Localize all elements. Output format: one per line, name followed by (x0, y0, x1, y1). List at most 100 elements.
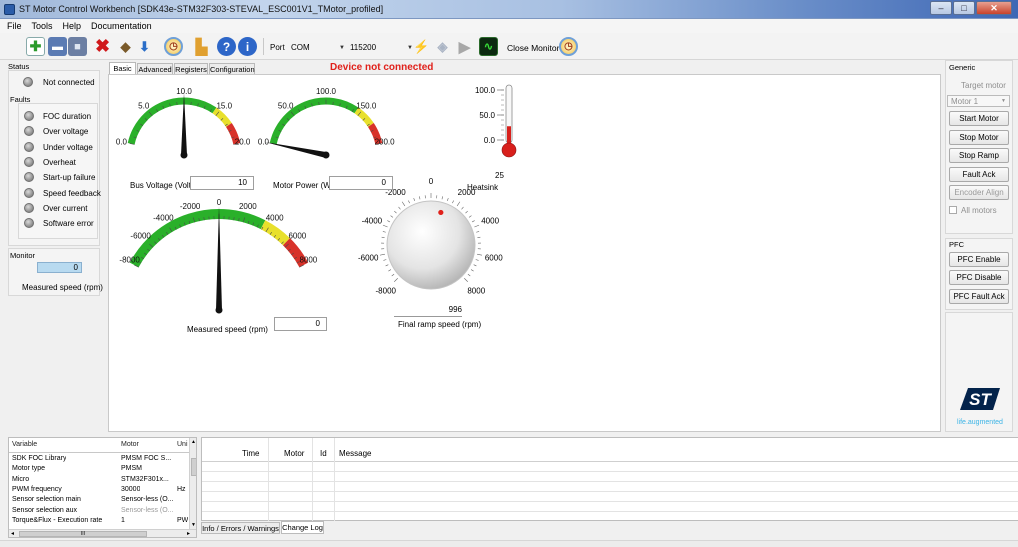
speed-gauge-band-yellow (260, 220, 290, 246)
log-header-message[interactable]: Message (339, 449, 371, 458)
stop-motor-button[interactable]: Stop Motor (949, 130, 1009, 145)
grid-row[interactable]: Torque&Flux - Execution rate 1 PW (9, 516, 189, 525)
port-select[interactable]: COM (291, 41, 341, 54)
menu-bar: File Tools Help Documentation (0, 19, 1018, 33)
download-arrow-icon[interactable]: ⬇ (135, 37, 154, 56)
oscilloscope-icon[interactable]: ∿ (479, 37, 498, 56)
save-icon[interactable]: ■ (68, 37, 87, 56)
grid-cell-unit: PW (177, 516, 189, 524)
connection-banner: Device not connected (330, 62, 434, 73)
start-motor-button[interactable]: Start Motor (949, 111, 1009, 126)
grid-vertical-scrollbar[interactable]: ▲ ▼ (189, 438, 196, 531)
basic-tab-panel: 0.0 5.0 10.0 15.0 20.0 0.0 50.0 100.0 150.0 200.0… (108, 74, 941, 432)
log-header-motor[interactable]: Motor (284, 449, 304, 458)
all-motors-label: All motors (961, 206, 997, 215)
all-motors-checkbox[interactable] (949, 206, 957, 214)
ramp-tick-label: 8000 (467, 286, 485, 295)
logo-panel (945, 312, 1013, 432)
ramp-tick (382, 231, 386, 233)
ramp-tick (398, 206, 401, 210)
pfc-disable-button[interactable]: PFC Disable (949, 270, 1009, 285)
grid-cell-variable: Torque&Flux - Execution rate (12, 516, 103, 524)
stop-ramp-button[interactable]: Stop Ramp (949, 148, 1009, 163)
grid-horizontal-scrollbar[interactable]: ◂ III ▸ (9, 529, 196, 537)
scroll-right-icon[interactable]: ▸ (187, 530, 190, 537)
grid-header-unit[interactable]: Uni (177, 440, 188, 449)
close-monitor-button[interactable]: Close Monitor (507, 41, 559, 54)
bus-voltage-gauge-tick-label: 0.0 (116, 138, 128, 147)
ramp-tick (468, 215, 472, 218)
pfc-fault-ack-button[interactable]: PFC Fault Ack (949, 289, 1009, 304)
ramp-tick (477, 253, 483, 256)
close-button[interactable]: ✕ (976, 1, 1012, 15)
log-header-time[interactable]: Time (242, 449, 259, 458)
ramp-tick-label: -6000 (358, 253, 379, 262)
grid-header-motor[interactable]: Motor (121, 440, 139, 449)
grid-hscroll-thumb[interactable]: III (19, 531, 147, 537)
motor-power-label: Motor Power (W) (273, 181, 334, 190)
grid-cell-variable: SDK FOC Library (12, 455, 67, 462)
grid-row[interactable]: Sensor selection aux Sensor-less (O... (9, 506, 189, 515)
menu-documentation[interactable]: Documentation (91, 21, 152, 31)
bus-voltage-label: Bus Voltage (Volt) (130, 181, 194, 190)
fault-label: Software error (43, 219, 94, 229)
scroll-down-icon[interactable]: ▼ (191, 522, 196, 528)
grid-scroll-thumb[interactable] (191, 458, 196, 476)
minimize-button[interactable]: – (930, 1, 952, 15)
monitor-speed-value: 0 (37, 262, 82, 273)
log-header-id[interactable]: Id (320, 449, 327, 458)
ramp-tick (394, 210, 397, 214)
monitor-clock-icon[interactable]: ◷ (559, 37, 578, 56)
scroll-up-icon[interactable]: ▲ (191, 439, 196, 445)
encoder-align-button[interactable]: Encoder Align (949, 185, 1009, 200)
toolbar: ✚ ▬ ■ ✖ ◆ ⬇ ◷ ▙ ? i Port COM ▼ 115200 ▼ … (0, 33, 1018, 60)
speed-gauge-tick-label: -6000 (130, 232, 151, 241)
chevron-down-icon: ▼ (339, 44, 345, 51)
grid-cell-variable: Micro (12, 475, 30, 483)
connection-status-text: Not connected (43, 78, 95, 87)
grid-header-variable[interactable]: Variable (12, 440, 37, 449)
ramp-tick (387, 220, 391, 223)
document-icon[interactable]: ▙ (192, 37, 211, 56)
grid-row[interactable]: SDK FOC Library PMSM FOC S... (9, 454, 189, 463)
grid-cell-variable: PWM frequency (12, 485, 62, 493)
grid-row[interactable]: Micro STM32F301x... (9, 475, 189, 484)
pfc-enable-button[interactable]: PFC Enable (949, 252, 1009, 267)
fault-label: FOC duration (43, 112, 92, 121)
menu-help[interactable]: Help (63, 21, 82, 31)
open-folder-icon[interactable]: ▬ (48, 37, 67, 56)
ramp-tick (391, 273, 395, 277)
grid-row[interactable]: Sensor selection main Sensor-less (O... (9, 495, 189, 504)
disconnect-icon[interactable]: ◈ (433, 37, 452, 56)
new-project-icon[interactable]: ✚ (26, 37, 45, 56)
final-ramp-speed-value: 996 (394, 305, 462, 317)
heatsink-label: Heatsink (467, 183, 499, 192)
delete-icon[interactable]: ✖ (93, 36, 112, 56)
baud-select[interactable]: ▼ 115200 (339, 41, 399, 54)
tab-change-log[interactable]: Change Log (281, 521, 324, 534)
scroll-left-icon[interactable]: ◂ (11, 530, 14, 537)
generic-header: Generic (949, 63, 976, 72)
fault-ack-button[interactable]: Fault Ack (949, 167, 1009, 182)
menu-file[interactable]: File (7, 21, 22, 31)
generate-code-icon[interactable]: ◆ (116, 37, 135, 56)
maximize-button[interactable]: □ (953, 1, 975, 15)
motor-power-gauge-tick-label: 100.0 (316, 87, 337, 96)
ramp-tick (401, 201, 406, 207)
ramp-tick (385, 264, 389, 267)
ramp-tick-label: 6000 (485, 253, 503, 262)
info-icon[interactable]: i (238, 37, 257, 56)
target-motor-select[interactable]: Motor 1 ▼ (947, 95, 1010, 107)
play-icon[interactable]: ▶ (455, 37, 474, 56)
help-icon[interactable]: ? (217, 37, 236, 56)
gauge-clock-icon[interactable]: ◷ (164, 37, 183, 56)
fault-led-icon (24, 202, 34, 213)
bus-voltage-gauge-tick-label: 15.0 (216, 101, 232, 110)
menu-tools[interactable]: Tools (32, 21, 53, 31)
connect-plug-icon[interactable]: ⚡ (412, 37, 431, 56)
grid-row[interactable]: Motor type PMSM (9, 464, 189, 473)
tab-info-errors-warnings[interactable]: Info / Errors / Warnings (201, 522, 280, 534)
ramp-tick (474, 224, 480, 228)
grid-row[interactable]: PWM frequency 30000 Hz (9, 485, 189, 494)
speed-gauge-tick-label: 4000 (266, 213, 284, 222)
